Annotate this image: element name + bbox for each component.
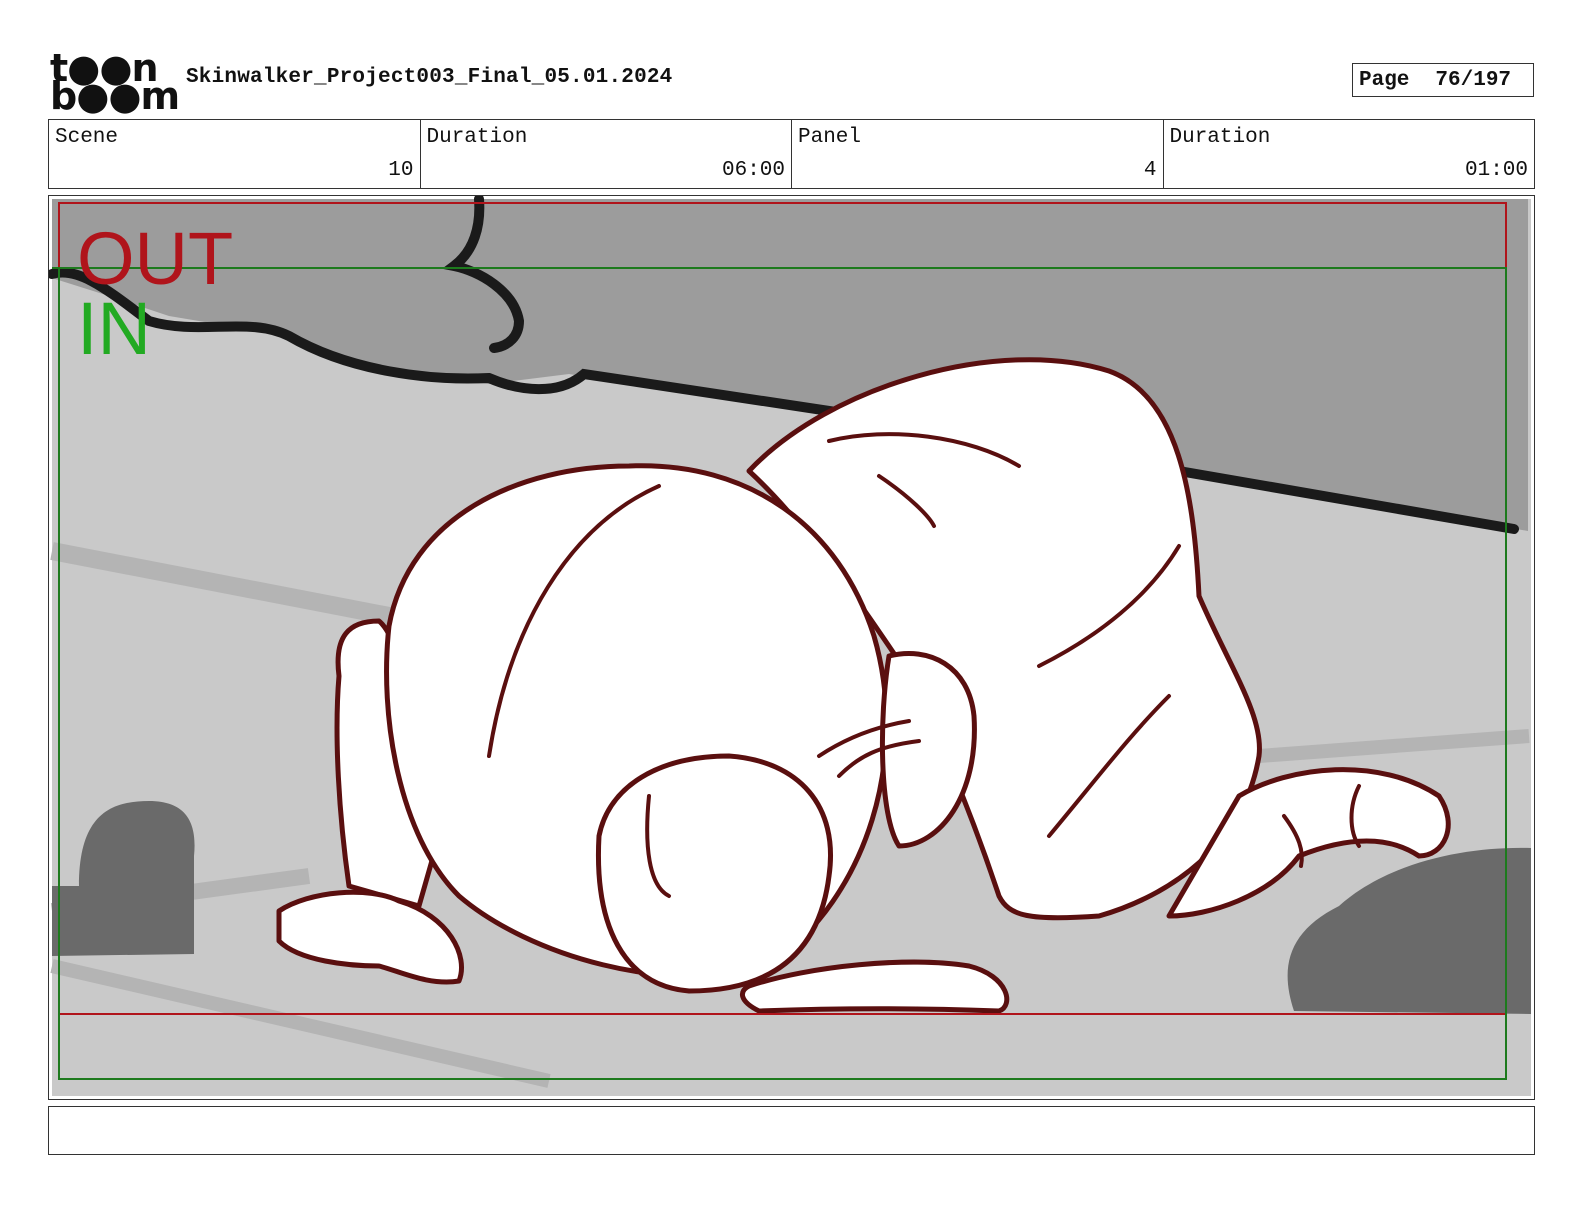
panel-duration-cell: Duration 01:00 — [1164, 120, 1535, 188]
page-indicator: Page 76/197 — [1352, 63, 1534, 97]
camera-out-label: OUT — [77, 217, 234, 300]
storyboard-panel: OUT IN — [48, 195, 1535, 1100]
scene-duration-label: Duration — [426, 126, 528, 149]
panel-cell: Panel 4 — [792, 120, 1164, 188]
scene-number: 10 — [388, 159, 414, 182]
scene-duration-value: 06:00 — [721, 159, 785, 182]
panel-drawing — [49, 196, 1531, 1096]
scene-label: Scene — [55, 126, 119, 149]
creature-head — [595, 753, 833, 994]
scene-cell: Scene 10 — [49, 120, 421, 188]
scene-info-table: Scene 10 Duration 06:00 Panel 4 Duration… — [48, 119, 1535, 189]
panel-number: 4 — [1143, 159, 1157, 182]
panel-label: Panel — [798, 126, 862, 149]
scene-duration-cell: Duration 06:00 — [421, 120, 792, 188]
page-label: Page — [1359, 68, 1410, 92]
panel-caption-box — [48, 1106, 1535, 1155]
camera-in-label: IN — [77, 287, 151, 370]
panel-duration-value: 01:00 — [1464, 159, 1528, 182]
panel-duration-label: Duration — [1169, 126, 1271, 149]
document-title: Skinwalker_Project003_Final_05.01.2024 — [186, 66, 673, 89]
toon-boom-logo: t●●n b●●m — [50, 49, 180, 115]
logo-bottom-row: b●●m — [50, 74, 180, 118]
page-number: 76/197 — [1435, 68, 1512, 92]
